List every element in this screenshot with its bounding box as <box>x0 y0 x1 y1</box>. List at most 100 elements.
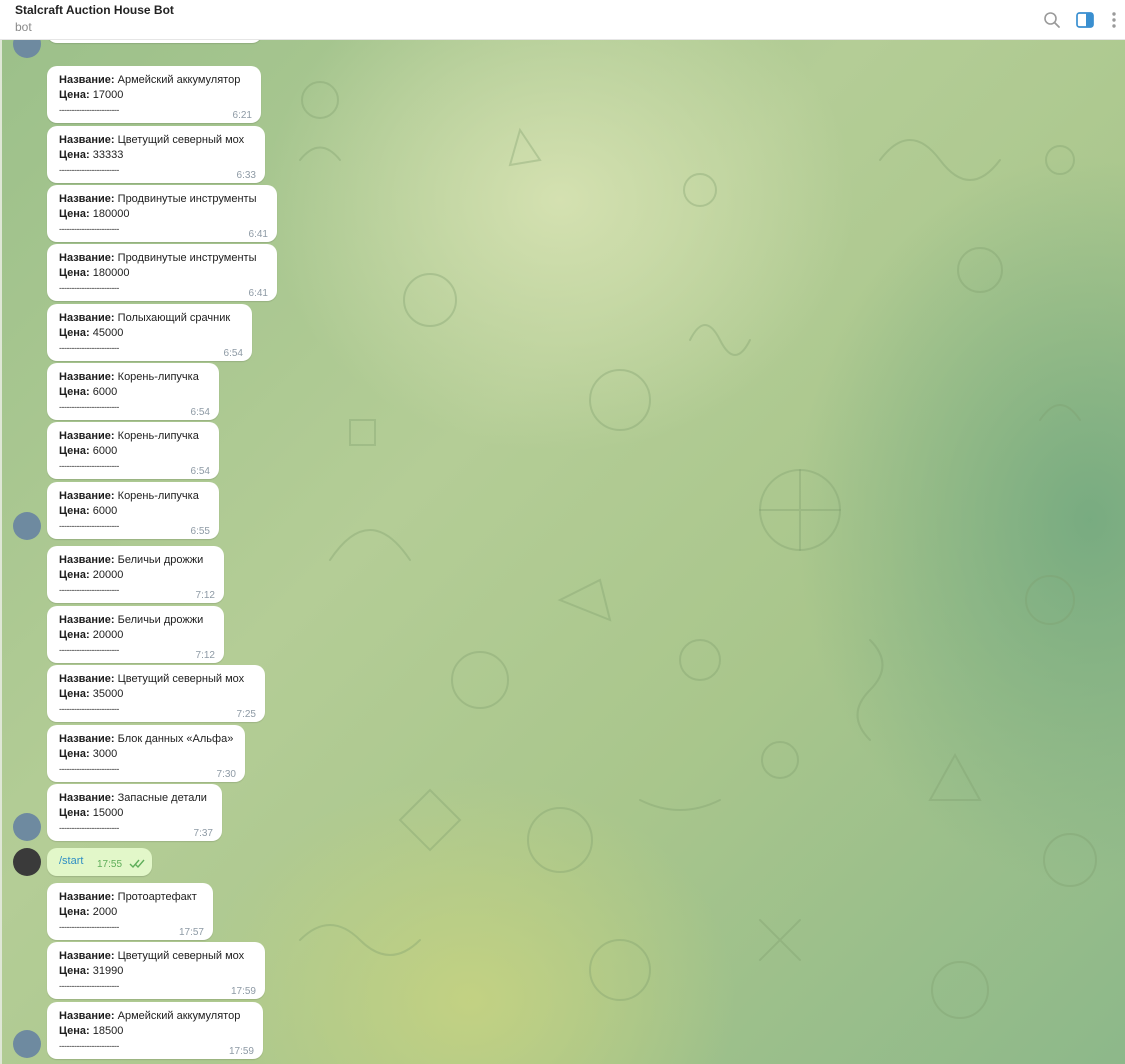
item-price: 17000 <box>92 89 124 101</box>
separator-text: ------------------------ <box>59 585 119 595</box>
outgoing-message[interactable]: /start 17:55 <box>47 848 152 876</box>
name-label: Название: <box>59 430 115 442</box>
item-name-row: Название: Продвинутые инструменты <box>59 192 256 206</box>
price-label: Цена: <box>59 208 90 220</box>
list-item[interactable]: Название: Цветущий северный мох Цена: 333… <box>47 126 265 183</box>
item-name: Протоартефакт <box>117 891 197 903</box>
item-name-row: Название: Беличьи дрожжи <box>59 553 203 567</box>
message-time: 7:37 <box>193 828 213 839</box>
message-time: 17:59 <box>228 1046 254 1057</box>
avatar[interactable] <box>13 813 41 841</box>
price-label: Цена: <box>59 965 90 977</box>
avatar[interactable] <box>13 1030 41 1058</box>
item-name: Цветущий северный мох <box>117 950 245 962</box>
message-time: 6:54 <box>190 407 210 418</box>
item-price: 18500 <box>92 1025 124 1037</box>
item-price: 20000 <box>92 569 124 581</box>
avatar[interactable] <box>13 848 41 876</box>
more-menu-icon[interactable] <box>1103 9 1125 31</box>
item-price-row: Цена: 17000 <box>59 88 123 102</box>
item-name: Полыхающий срачник <box>117 312 231 324</box>
name-label: Название: <box>59 74 115 86</box>
name-label: Название: <box>59 490 115 502</box>
message-time: 7:25 <box>236 709 256 720</box>
item-price-row: Цена: 20000 <box>59 628 123 642</box>
item-name-row: Название: Продвинутые инструменты <box>59 251 256 265</box>
separator-text: ------------------------ <box>59 165 119 175</box>
price-label: Цена: <box>59 807 90 819</box>
separator-text: ------------------------ <box>59 981 119 991</box>
item-price: 3000 <box>92 748 118 760</box>
list-item[interactable]: Название: Запасные детали Цена: 15000 ----… <box>47 784 222 841</box>
separator-text: ------------------------ <box>59 224 119 234</box>
item-price-row: Цена: 3000 <box>59 747 117 761</box>
message-time: 17:55 <box>97 859 123 870</box>
item-price-row: Цена: 20000 <box>59 568 123 582</box>
item-name: Продвинутые инструменты <box>117 252 257 264</box>
list-item[interactable]: Название: Цветущий северный мох Цена: 319… <box>47 942 265 999</box>
item-name-row: Название: Армейский аккумулятор <box>59 1009 240 1023</box>
list-item[interactable]: Название: Корень-липучка Цена: 6000 ------… <box>47 422 219 479</box>
message-time: 7:30 <box>216 769 236 780</box>
item-name-row: Название: Блок данных «Альфа» <box>59 732 233 746</box>
separator-text: ------------------------ <box>59 764 119 774</box>
item-price: 31990 <box>92 965 124 977</box>
search-icon[interactable] <box>1041 9 1063 31</box>
price-label: Цена: <box>59 1025 90 1037</box>
message-time: 6:41 <box>248 288 268 299</box>
item-price-row: Цена: 180000 <box>59 266 130 280</box>
name-label: Название: <box>59 950 115 962</box>
item-price-row: Цена: 31990 <box>59 964 123 978</box>
avatar[interactable] <box>13 512 41 540</box>
name-label: Название: <box>59 312 115 324</box>
name-label: Название: <box>59 252 115 264</box>
item-name: Корень-липучка <box>117 430 199 442</box>
separator-text: ------------------------ <box>59 704 119 714</box>
item-price: 33333 <box>92 149 124 161</box>
price-label: Цена: <box>59 327 90 339</box>
price-label: Цена: <box>59 505 90 517</box>
item-price: 15000 <box>92 807 124 819</box>
item-name-row: Название: Полыхающий срачник <box>59 311 230 325</box>
item-price-row: Цена: 45000 <box>59 326 123 340</box>
item-name: Беличьи дрожжи <box>117 554 204 566</box>
item-price: 6000 <box>92 386 118 398</box>
list-item[interactable]: Название: Продвинутые инструменты Цена: 1… <box>47 244 277 301</box>
chat-title[interactable]: Stalcraft Auction House Bot <box>15 3 174 17</box>
list-item[interactable]: Название: Армейский аккумулятор Цена: 185… <box>47 1002 263 1059</box>
item-name: Армейский аккумулятор <box>117 74 241 86</box>
separator-text: ------------------------ <box>59 521 119 531</box>
message-time: 7:12 <box>195 590 215 601</box>
left-divider <box>0 40 2 1064</box>
item-price-row: Цена: 6000 <box>59 444 117 458</box>
list-item[interactable]: Название: Армейский аккумулятор Цена: 170… <box>47 66 261 123</box>
outgoing-command[interactable]: /start <box>59 855 83 867</box>
message-time: 6:54 <box>223 348 243 359</box>
item-price: 35000 <box>92 688 124 700</box>
price-label: Цена: <box>59 445 90 457</box>
list-item[interactable]: Название: Полыхающий срачник Цена: 45000-… <box>47 304 252 361</box>
sidebar-toggle-icon[interactable] <box>1074 9 1096 31</box>
price-label: Цена: <box>59 906 90 918</box>
message-time: 6:41 <box>248 229 268 240</box>
list-item[interactable]: Название: Корень-липучка Цена: 6000 ------… <box>47 363 219 420</box>
chat-subtitle: bot <box>15 20 32 34</box>
price-label: Цена: <box>59 89 90 101</box>
name-label: Название: <box>59 614 115 626</box>
item-name: Беличьи дрожжи <box>117 614 204 626</box>
list-item[interactable]: Название: Корень-липучка Цена: 6000 ------… <box>47 482 219 539</box>
name-label: Название: <box>59 134 115 146</box>
list-item[interactable]: Название: Цветущий северный мох Цена: 350… <box>47 665 265 722</box>
list-item[interactable]: Название: Блок данных «Альфа» Цена: 3000-… <box>47 725 245 782</box>
list-item[interactable]: Название: Беличьи дрожжи Цена: 20000 -----… <box>47 546 224 603</box>
item-price-row: Цена: 6000 <box>59 504 117 518</box>
price-label: Цена: <box>59 386 90 398</box>
item-name: Цветущий северный мох <box>117 134 245 146</box>
price-label: Цена: <box>59 569 90 581</box>
list-item[interactable]: Название: Продвинутые инструменты Цена: 1… <box>47 185 277 242</box>
item-name-row: Название: Армейский аккумулятор <box>59 73 240 87</box>
item-name: Блок данных «Альфа» <box>117 733 234 745</box>
list-item[interactable]: Название: Беличьи дрожжи Цена: 20000 -----… <box>47 606 224 663</box>
price-label: Цена: <box>59 748 90 760</box>
list-item[interactable]: Название: Протоартефакт Цена: 2000 -------… <box>47 883 213 940</box>
